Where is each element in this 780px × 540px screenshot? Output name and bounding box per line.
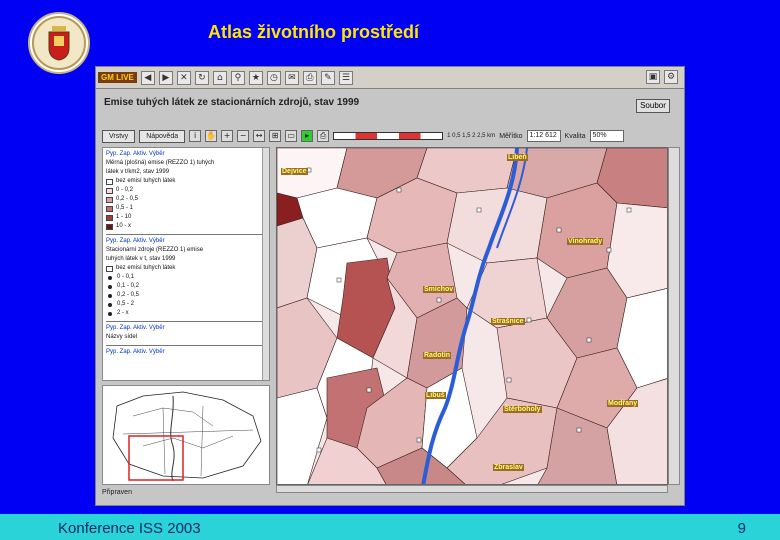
- point-symbol-icon: [108, 284, 112, 289]
- mail-icon[interactable]: ✉: [284, 70, 299, 85]
- measure-icon[interactable]: ↔: [253, 130, 266, 142]
- prague-coat-of-arms-logo: [28, 12, 90, 74]
- back-icon[interactable]: ◀: [140, 70, 155, 85]
- zoom-out-icon[interactable]: −: [237, 130, 250, 142]
- tab-napoveda[interactable]: Nápověda: [139, 129, 186, 143]
- legend-item: 0,2 - 0,5: [106, 291, 266, 300]
- legend-title-line: Měrná (plošná) emise (REZZO 1) tuhých: [106, 160, 215, 166]
- legend-swatch: [106, 205, 113, 212]
- meritko-select[interactable]: 1:12 612: [526, 130, 561, 142]
- print-map-icon[interactable]: ⎙: [317, 130, 330, 142]
- stop-icon[interactable]: ✕: [176, 70, 191, 85]
- favorites-icon[interactable]: ★: [248, 70, 263, 85]
- map-place-label: Libeň: [507, 154, 528, 161]
- map-place-label: Strašnice: [491, 318, 525, 325]
- legend-title-line: Stacionární zdroje (REZZO 1) emise: [106, 247, 204, 253]
- legend-item: 0 - 0,1: [106, 273, 266, 282]
- legend-swatch: [106, 223, 113, 230]
- legend-panel: Pyp. Zap. Aktiv. Výběr Měrná (plošná) em…: [102, 147, 270, 381]
- footer-conference-label: Konference ISS 2003: [58, 520, 201, 537]
- main-map[interactable]: Dejvice Libeň Smíchov Vinohrady Strašnic…: [276, 147, 668, 485]
- info-icon[interactable]: i: [189, 130, 202, 142]
- refresh-icon[interactable]: ↻: [194, 70, 209, 85]
- map-place-label: Modřany: [607, 400, 639, 407]
- legend-swatch: [106, 196, 113, 203]
- edit-icon[interactable]: ✎: [320, 70, 335, 85]
- meritko-label: Měřítko: [499, 132, 523, 140]
- browser-toolbar: GM LIVE ◀ ▶ ✕ ↻ ⌂ ⚲ ★ ◷ ✉ ⎙ ✎ ☰ ▣ ⚙: [96, 67, 684, 89]
- divider: [106, 231, 266, 235]
- map-place-label: Smíchov: [423, 286, 455, 293]
- map-control-row: Vrstvy Nápověda i ✋ + − ↔ ⊞ ▭ ▸ ⎙ 1 0,5 …: [102, 127, 680, 145]
- zoom-in-icon[interactable]: +: [221, 130, 234, 142]
- legend-item: bez emisí tuhých látek: [106, 177, 266, 186]
- app-brand-logo: GM LIVE: [98, 72, 137, 83]
- map-place-label: Vinohrady: [567, 238, 604, 245]
- scale-bar: [333, 132, 444, 140]
- kvalita-label: Kvalita: [564, 132, 586, 140]
- legend-layer-controls[interactable]: Pyp. Zap. Aktiv. Výběr: [106, 324, 266, 333]
- map-place-label: Dejvice: [281, 168, 308, 175]
- legend-swatch: [106, 187, 113, 194]
- map-place-label: Libuš: [425, 392, 446, 399]
- legend-swatch: [106, 265, 113, 272]
- legend-item: 2 - x: [106, 309, 266, 318]
- legend-swatch: [106, 178, 113, 185]
- forward-icon[interactable]: ▶: [158, 70, 173, 85]
- divider: [106, 318, 266, 322]
- legend-title-line: tuhých látek v t, stav 1999: [106, 256, 176, 262]
- legend-layer-controls[interactable]: Pyp. Zap. Aktiv. Výběr: [106, 150, 266, 159]
- map-title: Emise tuhých látek ze stacionárních zdro…: [104, 97, 360, 108]
- point-symbol-icon: [108, 293, 112, 298]
- legend-item: 1 - 10: [106, 213, 266, 222]
- slide-title: Atlas životního prostředí: [208, 22, 420, 42]
- pan-icon[interactable]: ✋: [205, 130, 218, 142]
- tab-vrstvy[interactable]: Vrstvy: [102, 129, 136, 143]
- scale-bar-ticks: 1 0,5 1,5 2 2,5 km: [447, 133, 496, 139]
- history-icon[interactable]: ◷: [266, 70, 281, 85]
- map-vertical-scrollbar[interactable]: [668, 147, 680, 485]
- discuss-icon[interactable]: ☰: [338, 70, 353, 85]
- legend-item: 0,2 - 0,5: [106, 195, 266, 204]
- legend-item: 0,5 - 2: [106, 300, 266, 309]
- kvalita-select[interactable]: 50%: [589, 130, 624, 142]
- legend-layer-controls[interactable]: Pyp. Zap. Aktiv. Výběr: [106, 348, 266, 357]
- legend-item: bez emisí tuhých látek: [106, 264, 266, 273]
- map-horizontal-scrollbar[interactable]: [276, 485, 668, 493]
- window-icon[interactable]: ▣: [646, 70, 660, 84]
- point-symbol-icon: [108, 302, 112, 307]
- soubor-button[interactable]: Soubor: [636, 99, 670, 113]
- divider: [106, 342, 266, 346]
- point-symbol-icon: [108, 275, 112, 280]
- legend-item: 0,1 - 0,2: [106, 282, 266, 291]
- status-text: Připraven: [102, 489, 132, 496]
- point-symbol-icon: [108, 311, 112, 316]
- legend-item: 0 - 0,2: [106, 186, 266, 195]
- home-icon[interactable]: ⌂: [212, 70, 227, 85]
- overview-map[interactable]: [102, 385, 270, 485]
- page-number: 9: [737, 520, 746, 537]
- gis-application-window: GM LIVE ◀ ▶ ✕ ↻ ⌂ ⚲ ★ ◷ ✉ ⎙ ✎ ☰ ▣ ⚙ Emis…: [95, 66, 685, 506]
- legend-layer-controls[interactable]: Pyp. Zap. Aktiv. Výběr: [106, 237, 266, 246]
- legend-swatch: [106, 214, 113, 221]
- legend-title-line: látek v t/km2, stav 1999: [106, 169, 170, 175]
- select-icon[interactable]: ▭: [285, 130, 298, 142]
- print-icon[interactable]: ⎙: [302, 70, 317, 85]
- search-icon[interactable]: ⚲: [230, 70, 245, 85]
- legend-item: 10 - x: [106, 222, 266, 231]
- legend-item: 0,5 - 1: [106, 204, 266, 213]
- settings-icon[interactable]: ⚙: [664, 70, 678, 84]
- fullmap-icon[interactable]: ⊞: [269, 130, 282, 142]
- map-place-label: Zbraslav: [493, 464, 524, 471]
- green-flag-icon[interactable]: ▸: [301, 130, 314, 142]
- legend-scrollbar[interactable]: [262, 148, 269, 380]
- legend-title-line: Názvy sídel: [106, 334, 138, 340]
- map-place-label: Radotín: [423, 352, 452, 359]
- map-place-label: Štěrboholy: [503, 406, 542, 413]
